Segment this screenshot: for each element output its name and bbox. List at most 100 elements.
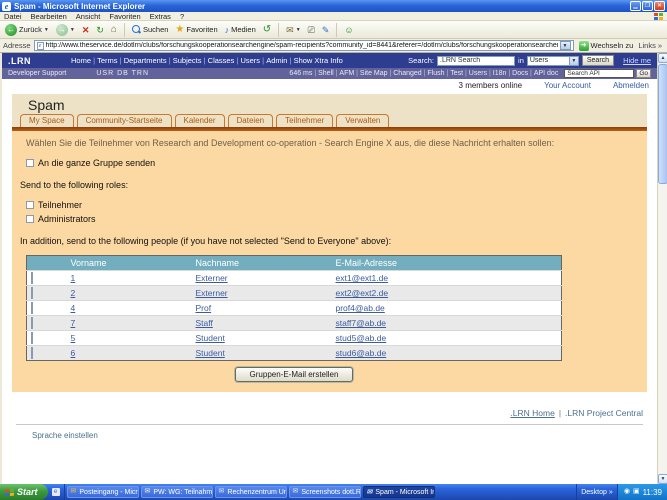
close-button[interactable]: ✕ — [654, 1, 665, 11]
tab[interactable]: Verwalten — [336, 114, 389, 127]
home-button[interactable]: ⌂ — [109, 24, 119, 36]
row-checkbox[interactable] — [31, 287, 33, 299]
role-checkbox[interactable] — [26, 215, 34, 223]
scroll-down-icon[interactable]: ▼ — [658, 474, 667, 484]
developer-support-label[interactable]: Developer Support — [8, 70, 66, 77]
mail-button[interactable]: ✉ ▼ — [284, 24, 303, 36]
scroll-up-icon[interactable]: ▲ — [658, 53, 667, 63]
nachname-link[interactable]: Externer — [196, 273, 228, 283]
lrn-search-input[interactable] — [437, 56, 515, 66]
menu-item[interactable]: Extras — [150, 12, 171, 21]
lrn-logo[interactable]: .LRN — [8, 56, 31, 66]
developer-link[interactable]: Docs — [512, 70, 534, 77]
vorname-link[interactable]: 7 — [71, 318, 76, 328]
restore-button[interactable]: ❐ — [642, 1, 653, 11]
developer-link[interactable]: Test — [450, 70, 469, 77]
tab[interactable]: My Space — [20, 114, 74, 127]
navbar-link[interactable]: Home — [71, 56, 97, 65]
tab[interactable]: Kalender — [175, 114, 225, 127]
developer-link[interactable]: AFM — [339, 70, 360, 77]
nachname-link[interactable]: Student — [196, 333, 225, 343]
start-button[interactable]: Start — [0, 484, 48, 500]
network-icon[interactable]: ▣ — [633, 488, 640, 496]
send-all-checkbox[interactable] — [26, 159, 34, 167]
taskbar-task[interactable]: ✉ Screenshots dotLRN... — [289, 486, 361, 498]
developer-link[interactable]: Users — [469, 70, 493, 77]
vorname-link[interactable]: 5 — [71, 333, 76, 343]
your-account-link[interactable]: Your Account — [544, 81, 591, 90]
tab[interactable]: Dateien — [228, 114, 274, 127]
refresh-button[interactable]: ↻ — [94, 24, 106, 36]
lrn-home-link[interactable]: .LRN Home — [510, 408, 554, 418]
developer-link[interactable]: Shell — [318, 70, 339, 77]
forward-button[interactable]: → ▼ — [54, 23, 77, 37]
navbar-link[interactable]: Classes — [208, 56, 241, 65]
search-scope-select[interactable]: Users ▼ — [527, 56, 579, 66]
email-link[interactable]: stud5@ab.de — [336, 333, 387, 343]
navbar-link[interactable]: Users — [240, 56, 266, 65]
taskbar-task[interactable]: ✉ Spam - Microsoft Inte... — [363, 486, 435, 498]
row-checkbox[interactable] — [31, 317, 33, 329]
developer-link[interactable]: I18n — [493, 70, 512, 77]
developer-link[interactable]: Flush — [427, 70, 450, 77]
taskbar-task[interactable]: ✉ Posteingang - Micros... — [67, 486, 139, 498]
nachname-link[interactable]: Externer — [196, 288, 228, 298]
email-link[interactable]: stud6@ab.de — [336, 348, 387, 358]
api-search-input[interactable] — [564, 69, 634, 78]
vorname-link[interactable]: 4 — [71, 303, 76, 313]
vorname-link[interactable]: 1 — [71, 273, 76, 283]
taskbar-task[interactable]: ✉ Rechenzentrum Uni K... — [215, 486, 287, 498]
volume-icon[interactable]: ◉ — [624, 488, 630, 496]
messenger-button[interactable]: ☺ — [342, 24, 355, 36]
taskbar-task[interactable]: ✉ PW: WG: Teilnahme v... — [141, 486, 213, 498]
navbar-link[interactable]: Show Xtra Info — [294, 56, 343, 65]
links-toolbar[interactable]: Links » — [638, 41, 664, 50]
developer-link[interactable]: API doc — [534, 70, 559, 77]
row-checkbox[interactable] — [31, 272, 33, 284]
back-button[interactable]: ← Zurück ▼ — [3, 23, 51, 37]
tab[interactable]: Community-Startseite — [77, 114, 172, 127]
nachname-link[interactable]: Staff — [196, 318, 213, 328]
row-checkbox[interactable] — [31, 332, 33, 344]
navbar-link[interactable]: Subjects — [173, 56, 208, 65]
developer-link[interactable]: Site Map — [360, 70, 393, 77]
language-link[interactable]: Sprache einstellen — [16, 431, 643, 440]
create-group-email-button[interactable]: Gruppen-E-Mail erstellen — [235, 367, 354, 382]
email-link[interactable]: staff7@ab.de — [336, 318, 387, 328]
nachname-link[interactable]: Student — [196, 348, 225, 358]
menu-item[interactable]: Ansicht — [76, 12, 101, 21]
search-button[interactable]: Suchen — [130, 24, 170, 35]
menu-item[interactable]: Bearbeiten — [31, 12, 67, 21]
stop-button[interactable]: ✕ — [80, 24, 92, 36]
menu-item[interactable]: Datei — [4, 12, 22, 21]
hide-me-link[interactable]: Hide me — [623, 56, 651, 65]
scrollbar-thumb[interactable] — [658, 64, 667, 184]
menu-item[interactable]: Favoriten — [109, 12, 140, 21]
vertical-scrollbar[interactable]: ▲ ▼ — [657, 53, 667, 484]
minimize-button[interactable]: ▁ — [630, 1, 641, 11]
email-link[interactable]: ext2@ext2.de — [336, 288, 389, 298]
developer-link[interactable]: Changed — [393, 70, 427, 77]
nachname-link[interactable]: Prof — [196, 303, 212, 313]
print-button[interactable]: ⎚ — [306, 24, 317, 36]
quick-launch-ie-icon[interactable]: e — [52, 488, 60, 496]
tab[interactable]: Teilnehmer — [276, 114, 333, 127]
row-checkbox[interactable] — [31, 347, 33, 359]
favorites-button[interactable]: ★ Favoriten — [173, 24, 219, 36]
developer-flags[interactable]: USR DB TRN — [96, 70, 149, 77]
vorname-link[interactable]: 2 — [71, 288, 76, 298]
email-link[interactable]: prof4@ab.de — [336, 303, 385, 313]
navbar-link[interactable]: Admin — [266, 56, 293, 65]
vorname-link[interactable]: 6 — [71, 348, 76, 358]
address-input[interactable] — [46, 42, 558, 49]
api-search-go-button[interactable]: Go — [636, 69, 651, 78]
address-dropdown-icon[interactable]: ▼ — [560, 41, 571, 50]
role-checkbox[interactable] — [26, 201, 34, 209]
lrn-search-button[interactable]: Search — [582, 55, 614, 66]
row-checkbox[interactable] — [31, 302, 33, 314]
menu-item[interactable]: ? — [180, 12, 184, 21]
desktop-toolbar[interactable]: Desktop » — [576, 484, 617, 500]
navbar-link[interactable]: Departments — [124, 56, 173, 65]
email-link[interactable]: ext1@ext1.de — [336, 273, 389, 283]
media-button[interactable]: ♪ Medien — [223, 24, 258, 36]
